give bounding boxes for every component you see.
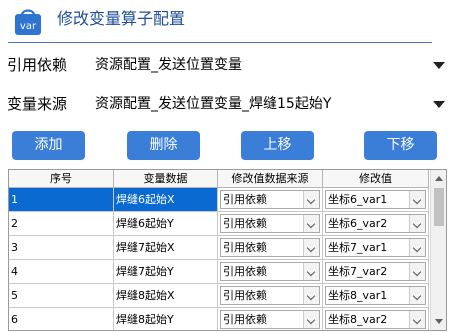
source-combo-value: 引用依赖 [223, 193, 267, 206]
var-bag-icon: var [15, 9, 41, 35]
source-value: 资源配置_发送位置变量_焊缝15起始Y [95, 96, 332, 112]
column-header-index[interactable]: 序号 [9, 170, 114, 188]
source-row: 变量来源 资源配置_发送位置变量_焊缝15起始Y [0, 90, 454, 118]
chevron-down-icon[interactable] [409, 239, 425, 256]
variable-cell[interactable]: 焊缝7起始X [114, 236, 218, 260]
index-cell[interactable]: 1 [9, 188, 114, 212]
source-combo[interactable]: 引用依赖 [220, 286, 320, 305]
index-cell[interactable]: 6 [9, 308, 114, 330]
source-combo[interactable]: 引用依赖 [220, 214, 320, 233]
chevron-down-icon[interactable] [409, 287, 425, 304]
source-cell: 引用依赖 [218, 308, 323, 330]
column-header-source[interactable]: 修改值数据来源 [218, 170, 323, 188]
source-cell: 引用依赖 [218, 284, 323, 308]
table-row[interactable]: 1 焊缝6起始X 引用依赖 坐标6_var1 [9, 188, 429, 212]
chevron-down-icon[interactable] [409, 311, 425, 328]
value-combo[interactable]: 坐标8_var1 [325, 286, 426, 305]
index-cell[interactable]: 5 [9, 284, 114, 308]
chevron-down-icon[interactable] [409, 191, 425, 208]
value-cell: 坐标8_var1 [323, 284, 429, 308]
value-combo-value: 坐标6_var1 [328, 193, 388, 206]
source-combo-value: 引用依赖 [223, 289, 267, 302]
value-combo-value: 坐标6_var2 [328, 217, 388, 230]
value-combo-value: 坐标8_var2 [328, 313, 388, 326]
source-cell: 引用依赖 [218, 188, 323, 212]
table-row[interactable]: 3 焊缝7起始X 引用依赖 坐标7_var1 [9, 236, 429, 260]
move-up-button[interactable]: 上移 [241, 131, 314, 160]
variable-cell[interactable]: 焊缝7起始Y [114, 260, 218, 284]
chevron-down-icon[interactable] [303, 239, 319, 256]
column-header-variable[interactable]: 变量数据 [114, 170, 218, 188]
chevron-down-icon[interactable] [303, 215, 319, 232]
source-combo[interactable]: 引用依赖 [220, 238, 320, 257]
column-header-value[interactable]: 修改值 [323, 170, 429, 188]
value-combo[interactable]: 坐标7_var2 [325, 262, 426, 281]
variable-cell[interactable]: 焊缝8起始X [114, 284, 218, 308]
value-combo[interactable]: 坐标8_var2 [325, 310, 426, 329]
title-divider [8, 42, 432, 43]
source-cell: 引用依赖 [218, 260, 323, 284]
source-combo-value: 引用依赖 [223, 313, 267, 326]
icon-label: var [20, 21, 37, 32]
title-bar: var 修改变量算子配置 [0, 0, 454, 42]
value-combo[interactable]: 坐标6_var1 [325, 190, 426, 209]
dropdown-arrow-icon[interactable] [433, 62, 445, 69]
value-combo-value: 坐标8_var1 [328, 289, 388, 302]
source-select[interactable]: 资源配置_发送位置变量_焊缝15起始Y [93, 90, 449, 118]
value-cell: 坐标8_var2 [323, 308, 429, 330]
table-row[interactable]: 6 焊缝8起始Y 引用依赖 坐标8_var2 [9, 308, 429, 330]
window-title: 修改变量算子配置 [57, 9, 186, 28]
variable-cell[interactable]: 焊缝6起始Y [114, 212, 218, 236]
dropdown-arrow-icon[interactable] [433, 101, 445, 108]
variable-table: 序号 变量数据 修改值数据来源 修改值 1 焊缝6起始X 引用依赖 坐标6_va… [8, 169, 447, 331]
table-row[interactable]: 4 焊缝7起始Y 引用依赖 坐标7_var2 [9, 260, 429, 284]
chevron-down-icon[interactable] [303, 191, 319, 208]
move-down-button[interactable]: 下移 [364, 131, 437, 160]
scroll-down-icon[interactable] [431, 314, 446, 330]
source-label: 变量来源 [7, 95, 68, 113]
value-combo-value: 坐标7_var1 [328, 241, 388, 254]
variable-cell[interactable]: 焊缝8起始Y [114, 308, 218, 330]
value-cell: 坐标6_var1 [323, 188, 429, 212]
value-cell: 坐标7_var2 [323, 260, 429, 284]
dependency-select[interactable]: 资源配置_发送位置变量 [93, 51, 449, 79]
value-cell: 坐标6_var2 [323, 212, 429, 236]
value-combo-value: 坐标7_var2 [328, 265, 388, 278]
chevron-down-icon[interactable] [303, 263, 319, 280]
dependency-label: 引用依赖 [7, 56, 68, 74]
source-combo-value: 引用依赖 [223, 241, 267, 254]
chevron-down-icon[interactable] [409, 263, 425, 280]
scroll-up-icon[interactable] [431, 170, 446, 186]
scrollbar-thumb[interactable] [434, 188, 444, 226]
value-combo[interactable]: 坐标7_var1 [325, 238, 426, 257]
source-combo[interactable]: 引用依赖 [220, 190, 320, 209]
variable-cell[interactable]: 焊缝6起始X [114, 188, 218, 212]
source-combo-value: 引用依赖 [223, 265, 267, 278]
dependency-row: 引用依赖 资源配置_发送位置变量 [0, 51, 454, 79]
table-row[interactable]: 5 焊缝8起始X 引用依赖 坐标8_var1 [9, 284, 429, 308]
source-cell: 引用依赖 [218, 236, 323, 260]
chevron-down-icon[interactable] [409, 215, 425, 232]
source-combo[interactable]: 引用依赖 [220, 310, 320, 329]
chevron-down-icon[interactable] [303, 311, 319, 328]
value-combo[interactable]: 坐标6_var2 [325, 214, 426, 233]
add-button[interactable]: 添加 [12, 131, 85, 160]
source-combo[interactable]: 引用依赖 [220, 262, 320, 281]
index-cell[interactable]: 2 [9, 212, 114, 236]
index-cell[interactable]: 4 [9, 260, 114, 284]
source-combo-value: 引用依赖 [223, 217, 267, 230]
delete-button[interactable]: 删除 [127, 131, 200, 160]
value-cell: 坐标7_var1 [323, 236, 429, 260]
index-cell[interactable]: 3 [9, 236, 114, 260]
vertical-scrollbar[interactable] [430, 170, 446, 330]
table-row[interactable]: 2 焊缝6起始Y 引用依赖 坐标6_var2 [9, 212, 429, 236]
source-cell: 引用依赖 [218, 212, 323, 236]
dependency-value: 资源配置_发送位置变量 [95, 57, 242, 73]
chevron-down-icon[interactable] [303, 287, 319, 304]
